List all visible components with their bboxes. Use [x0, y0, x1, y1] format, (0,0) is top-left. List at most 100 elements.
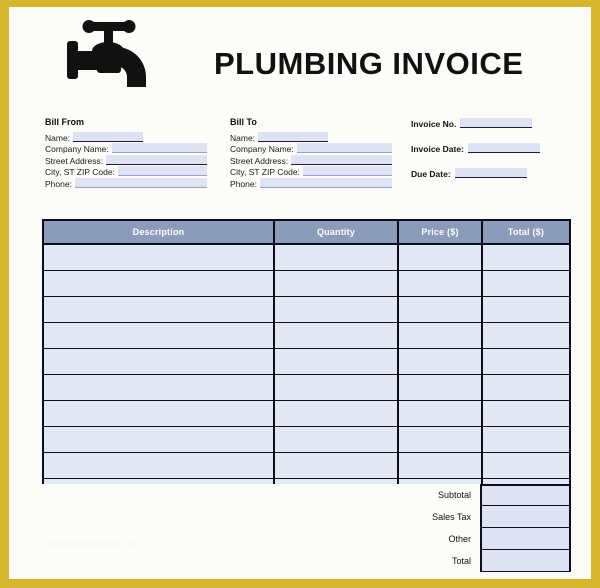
bill-to-phone-input[interactable] — [259, 177, 392, 188]
invoice-sheet: PLUMBING INVOICE Bill From Name: Company… — [9, 7, 591, 579]
sales-tax-input[interactable] — [480, 506, 571, 528]
cell-quantity[interactable] — [274, 400, 399, 427]
column-header-quantity: Quantity — [274, 221, 399, 245]
bill-from-city-input[interactable] — [117, 166, 207, 176]
invoice-number-row: Invoice No. — [411, 117, 579, 129]
bill-to-block: Bill To Name: Company Name: Street Addre… — [230, 117, 392, 189]
bill-from-phone-row: Phone: — [45, 177, 207, 189]
cell-price[interactable] — [398, 270, 483, 297]
sales-tax-label: Sales Tax — [42, 506, 480, 528]
bill-to-name-input[interactable] — [258, 131, 329, 142]
bill-from-street-input[interactable] — [106, 154, 207, 165]
field-label: Company Name: — [45, 144, 109, 154]
bill-to-phone-row: Phone: — [230, 177, 392, 189]
field-label: City, ST ZIP Code: — [230, 167, 300, 177]
bill-to-city-input[interactable] — [302, 166, 392, 176]
cell-quantity[interactable] — [274, 452, 399, 479]
field-label: City, ST ZIP Code: — [45, 167, 115, 177]
cell-total[interactable] — [482, 244, 569, 271]
cell-total[interactable] — [482, 400, 569, 427]
bill-from-name-row: Name: — [45, 131, 207, 143]
table-row — [44, 296, 569, 323]
totals-row-sales-tax: Sales Tax — [42, 506, 571, 528]
bill-from-heading: Bill From — [45, 117, 85, 127]
table-row — [44, 374, 569, 401]
bill-to-street-input[interactable] — [291, 154, 392, 165]
cell-quantity[interactable] — [274, 374, 399, 401]
field-label: Name: — [230, 132, 256, 143]
cell-total[interactable] — [482, 348, 569, 375]
cell-description[interactable] — [44, 270, 275, 297]
field-label: Name: — [45, 132, 71, 143]
faucet-icon — [61, 15, 157, 91]
invoice-number-input[interactable] — [460, 118, 533, 128]
cell-description[interactable] — [44, 296, 275, 323]
cell-price[interactable] — [398, 400, 483, 427]
cell-description[interactable] — [44, 348, 275, 375]
bill-to-company-row: Company Name: — [230, 143, 392, 154]
field-label: Street Address: — [230, 155, 289, 166]
bill-from-street-row: Street Address: — [45, 154, 207, 166]
cell-quantity[interactable] — [274, 426, 399, 453]
other-input[interactable] — [480, 528, 571, 550]
cell-description[interactable] — [44, 426, 275, 453]
cell-quantity[interactable] — [274, 296, 399, 323]
cell-description[interactable] — [44, 452, 275, 479]
table-row — [44, 426, 569, 453]
column-header-total: Total ($) — [482, 221, 569, 245]
cell-price[interactable] — [398, 244, 483, 271]
cell-total[interactable] — [482, 270, 569, 297]
bill-to-street-row: Street Address: — [230, 154, 392, 166]
cell-price[interactable] — [398, 348, 483, 375]
cell-quantity[interactable] — [274, 322, 399, 349]
total-input[interactable] — [480, 550, 571, 572]
totals-section: Subtotal Sales Tax Other Total — [42, 484, 571, 572]
cell-quantity[interactable] — [274, 244, 399, 271]
invoice-page: PLUMBING INVOICE Bill From Name: Company… — [0, 0, 600, 588]
bill-from-name-input[interactable] — [73, 131, 144, 142]
line-items-table: Description Quantity Price ($) Total ($) — [42, 219, 571, 506]
cell-description[interactable] — [44, 244, 275, 271]
invoice-header: PLUMBING INVOICE — [9, 7, 591, 103]
cell-price[interactable] — [398, 296, 483, 323]
table-body — [44, 244, 569, 504]
bill-to-heading: Bill To — [230, 117, 257, 127]
cell-description[interactable] — [44, 322, 275, 349]
bill-to-company-input[interactable] — [296, 143, 392, 153]
table-row — [44, 348, 569, 375]
due-date-input[interactable] — [454, 168, 527, 178]
cell-total[interactable] — [482, 374, 569, 401]
field-label: Invoice No. — [411, 119, 457, 129]
table-row — [44, 452, 569, 479]
cell-quantity[interactable] — [274, 270, 399, 297]
cell-total[interactable] — [482, 426, 569, 453]
cell-price[interactable] — [398, 426, 483, 453]
invoice-date-input[interactable] — [467, 143, 540, 153]
bill-from-company-input[interactable] — [111, 143, 207, 153]
cell-total[interactable] — [482, 296, 569, 323]
cell-quantity[interactable] — [274, 348, 399, 375]
subtotal-input[interactable] — [480, 484, 571, 506]
cell-description[interactable] — [44, 374, 275, 401]
cell-total[interactable] — [482, 322, 569, 349]
table-row — [44, 400, 569, 427]
cell-description[interactable] — [44, 400, 275, 427]
totals-row-subtotal: Subtotal — [42, 484, 571, 506]
column-header-description: Description — [44, 221, 275, 245]
bill-to-name-row: Name: — [230, 131, 392, 143]
page-title: PLUMBING INVOICE — [214, 46, 524, 81]
table-row — [44, 270, 569, 297]
bill-from-city-row: City, ST ZIP Code: — [45, 166, 207, 177]
due-date-row: Due Date: — [411, 167, 579, 179]
table-row — [44, 244, 569, 271]
field-label: Phone: — [230, 178, 257, 189]
cell-price[interactable] — [398, 452, 483, 479]
bill-from-phone-input[interactable] — [74, 177, 207, 188]
field-label: Invoice Date: — [411, 144, 464, 154]
table-row — [44, 322, 569, 349]
bill-from-block: Bill From Name: Company Name: Street Add… — [45, 117, 207, 189]
cell-price[interactable] — [398, 374, 483, 401]
cell-price[interactable] — [398, 322, 483, 349]
cell-total[interactable] — [482, 452, 569, 479]
bill-from-company-row: Company Name: — [45, 143, 207, 154]
